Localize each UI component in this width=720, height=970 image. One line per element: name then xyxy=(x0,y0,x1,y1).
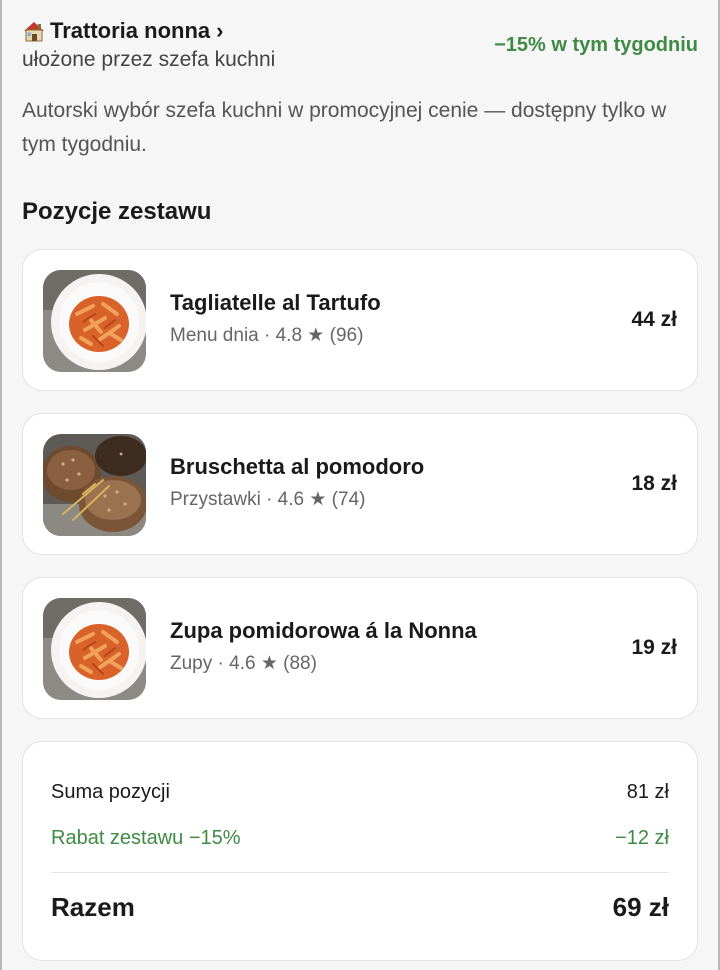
total-value: 69 zł xyxy=(612,892,669,922)
discount-label: Rabat zestawu −15% xyxy=(51,827,241,849)
bread-image xyxy=(43,434,146,536)
discount-value: −12 zł xyxy=(615,827,669,849)
house-icon xyxy=(22,20,46,42)
item-price: 18 zł xyxy=(631,472,677,495)
item-meta: Menu dnia · 4.8 ★ (96) xyxy=(170,325,364,346)
item-price: 44 zł xyxy=(631,308,677,331)
order-summary: Suma pozycji 81 zł Rabat zestawu −15% −1… xyxy=(22,741,698,961)
item-name: Bruschetta al pomodoro xyxy=(170,454,425,479)
pasta-image xyxy=(43,598,146,700)
restaurant-header: Trattoria nonna › ułożone przez szefa ku… xyxy=(22,18,698,78)
set-item-card[interactable]: Tagliatelle al Tartufo Menu dnia · 4.8 ★… xyxy=(22,249,698,391)
subtotal-label: Suma pozycji xyxy=(51,781,170,803)
restaurant-name: Trattoria nonna xyxy=(50,18,211,43)
total-label: Razem xyxy=(51,892,135,922)
item-price: 19 zł xyxy=(631,636,677,659)
weekly-discount-badge: −15% w tym tygodniu xyxy=(494,34,698,56)
pasta-image xyxy=(43,270,146,372)
total-row: Razem 69 zł xyxy=(51,892,669,923)
set-description: Autorski wybór szefa kuchni w promocyjne… xyxy=(22,99,667,156)
item-name: Zupa pomidorowa á la Nonna xyxy=(170,618,477,643)
item-name: Tagliatelle al Tartufo xyxy=(170,290,381,315)
subtotal-row: Suma pozycji 81 zł xyxy=(51,781,669,804)
subtotal-value: 81 zł xyxy=(626,781,669,803)
item-meta: Przystawki · 4.6 ★ (74) xyxy=(170,489,366,510)
set-item-card[interactable]: Bruschetta al pomodoro Przystawki · 4.6 … xyxy=(22,413,698,555)
frame-border-left xyxy=(0,0,2,970)
summary-divider xyxy=(51,872,669,873)
set-item-card[interactable]: Zupa pomidorowa á la Nonna Zupy · 4.6 ★ … xyxy=(22,577,698,719)
section-title: Pozycje zestawu xyxy=(22,198,212,225)
discount-row: Rabat zestawu −15% −12 zł xyxy=(51,827,669,850)
item-meta: Zupy · 4.6 ★ (88) xyxy=(170,653,317,674)
chevron-right-icon: › xyxy=(216,18,224,43)
